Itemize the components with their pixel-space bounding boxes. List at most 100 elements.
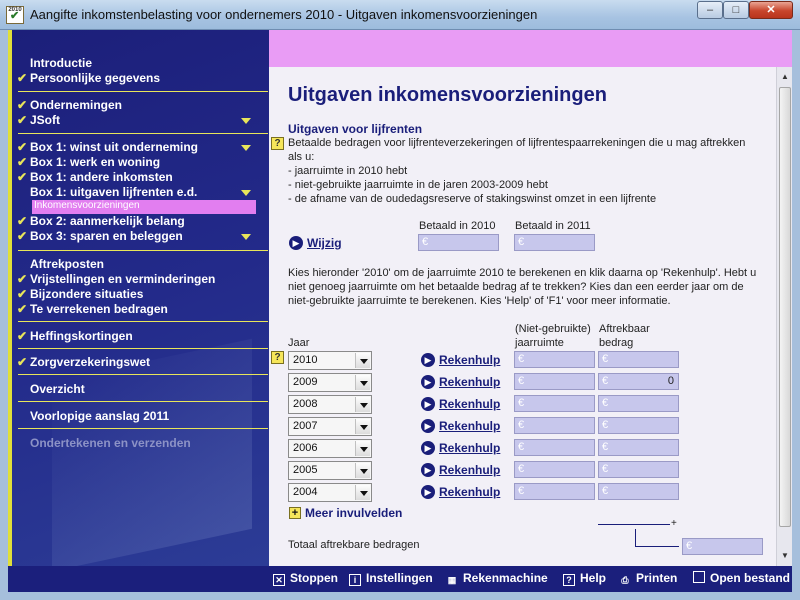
minimize-button[interactable]: –: [697, 1, 723, 19]
rekenhulp-link[interactable]: Rekenhulp: [439, 463, 500, 477]
rekenhulp-link[interactable]: Rekenhulp: [439, 375, 500, 389]
arrow-right-icon[interactable]: ▶: [421, 463, 435, 477]
sidebar-item-ondernemingen[interactable]: ✔ Ondernemingen: [17, 98, 122, 112]
check-icon: ✔: [17, 272, 28, 286]
sidebar-item-overzicht[interactable]: Overzicht: [30, 382, 85, 396]
year-select[interactable]: 2010: [288, 351, 372, 370]
jaarruimte-field[interactable]: €: [514, 461, 595, 478]
arrow-right-icon[interactable]: ▶: [421, 353, 435, 367]
aftrekbaar-field[interactable]: €: [598, 395, 679, 412]
jaarruimte-field[interactable]: €: [514, 417, 595, 434]
expand-arrow-icon[interactable]: [241, 118, 251, 124]
plus-icon[interactable]: +: [289, 507, 301, 519]
year-select[interactable]: 2004: [288, 483, 372, 502]
jaarruimte-field[interactable]: €: [514, 373, 595, 390]
close-icon: ✕: [273, 574, 285, 586]
aftrekbaar-field[interactable]: €: [598, 461, 679, 478]
sidebar-divider: [18, 133, 268, 134]
printer-icon: ⎙: [621, 575, 629, 585]
header-band: [269, 30, 792, 67]
paid-2011-label: Betaald in 2011: [515, 220, 591, 232]
arrow-right-icon[interactable]: ▶: [421, 397, 435, 411]
scroll-up-icon[interactable]: ▲: [778, 69, 792, 85]
help-icon[interactable]: ?: [271, 351, 284, 364]
sidebar-item-voorlopige-aanslag[interactable]: Voorlopige aanslag 2011: [30, 409, 169, 423]
sidebar-item-box1-uitgaven-lijfrenten[interactable]: Box 1: uitgaven lijfrenten e.d.: [30, 185, 197, 199]
chevron-down-icon[interactable]: [355, 353, 370, 368]
vertical-scrollbar[interactable]: ▲ ▼: [776, 67, 792, 566]
paid-2011-field[interactable]: €: [514, 234, 595, 251]
rekenhulp-link[interactable]: Rekenhulp: [439, 485, 500, 499]
arrow-right-icon[interactable]: ▶: [421, 419, 435, 433]
close-button[interactable]: ✕: [749, 1, 793, 19]
rekenmachine-button[interactable]: ▦ Rekenmachine: [446, 571, 548, 587]
year-select[interactable]: 2005: [288, 461, 372, 480]
jaarruimte-field[interactable]: €: [514, 483, 595, 500]
chevron-down-icon[interactable]: [355, 485, 370, 500]
sidebar-item-persoonlijke-gegevens[interactable]: ✔ Persoonlijke gegevens: [17, 71, 160, 85]
jaarruimte-field[interactable]: €: [514, 439, 595, 456]
scroll-down-icon[interactable]: ▼: [778, 548, 792, 564]
arrow-right-icon[interactable]: ▶: [421, 441, 435, 455]
expand-arrow-icon[interactable]: [241, 145, 251, 151]
sidebar-item-box3[interactable]: ✔ Box 3: sparen en beleggen: [17, 229, 183, 243]
col-ruimte-label: (Niet-gebruikte): [515, 323, 591, 335]
chevron-down-icon[interactable]: [355, 441, 370, 456]
check-icon: ✔: [17, 355, 28, 369]
wijzig-link[interactable]: Wijzig: [307, 236, 342, 250]
rekenhulp-link[interactable]: Rekenhulp: [439, 419, 500, 433]
stoppen-button[interactable]: ✕ Stoppen: [273, 571, 338, 586]
open-bestand-button[interactable]: Open bestand: [693, 571, 790, 585]
maximize-button[interactable]: □: [723, 1, 749, 19]
sidebar-divider: [18, 348, 268, 349]
help-button[interactable]: ? Help: [563, 571, 606, 586]
paid-2010-field[interactable]: €: [418, 234, 499, 251]
aftrekbaar-field[interactable]: €: [598, 417, 679, 434]
sidebar-item-heffingskortingen[interactable]: ✔ Heffingskortingen: [17, 329, 133, 343]
sidebar-item-box2[interactable]: ✔ Box 2: aanmerkelijk belang: [17, 214, 185, 228]
sidebar-item-vrijstellingen[interactable]: ✔ Vrijstellingen en verminderingen: [17, 272, 215, 286]
more-fields-button[interactable]: Meer invulvelden: [305, 506, 402, 520]
sidebar-item-box1-werk-woning[interactable]: ✔ Box 1: werk en woning: [17, 155, 160, 169]
sidebar-item-box1-winst[interactable]: ✔ Box 1: winst uit onderneming: [17, 140, 198, 154]
intro-line: - niet-gebruikte jaarruimte in de jaren …: [288, 179, 548, 191]
sidebar-item-aftrekposten[interactable]: Aftrekposten: [30, 257, 104, 271]
aftrekbaar-field[interactable]: €0: [598, 373, 679, 390]
arrow-right-icon[interactable]: ▶: [289, 236, 303, 250]
sidebar-divider: [18, 401, 268, 402]
scroll-thumb[interactable]: [779, 87, 791, 527]
jaarruimte-field[interactable]: €: [514, 395, 595, 412]
aftrekbaar-field[interactable]: €: [598, 439, 679, 456]
help-icon[interactable]: ?: [271, 137, 284, 150]
rekenhulp-link[interactable]: Rekenhulp: [439, 441, 500, 455]
sidebar-item-introductie[interactable]: Introductie: [30, 56, 92, 70]
total-label: Totaal aftrekbare bedragen: [288, 539, 420, 551]
col-ruimte-label: jaarruimte: [515, 337, 564, 349]
year-select[interactable]: 2007: [288, 417, 372, 436]
aftrekbaar-field[interactable]: €: [598, 351, 679, 368]
arrow-right-icon[interactable]: ▶: [421, 485, 435, 499]
expand-arrow-icon[interactable]: [241, 234, 251, 240]
year-select[interactable]: 2006: [288, 439, 372, 458]
sidebar-item-jsoft[interactable]: ✔ JSoft: [17, 113, 60, 127]
chevron-down-icon[interactable]: [355, 397, 370, 412]
chevron-down-icon[interactable]: [355, 419, 370, 434]
sidebar-item-zorgverzekeringswet[interactable]: ✔ Zorgverzekeringswet: [17, 355, 150, 369]
sidebar-item-bijzondere-situaties[interactable]: ✔ Bijzondere situaties: [17, 287, 143, 301]
aftrekbaar-field[interactable]: €: [598, 483, 679, 500]
jaarruimte-field[interactable]: €: [514, 351, 595, 368]
sidebar-item-box1-andere-inkomsten[interactable]: ✔ Box 1: andere inkomsten: [17, 170, 173, 184]
arrow-right-icon[interactable]: ▶: [421, 375, 435, 389]
year-select[interactable]: 2009: [288, 373, 372, 392]
year-select[interactable]: 2008: [288, 395, 372, 414]
rekenhulp-link[interactable]: Rekenhulp: [439, 353, 500, 367]
chevron-down-icon[interactable]: [355, 463, 370, 478]
chevron-down-icon[interactable]: [355, 375, 370, 390]
rekenhulp-link[interactable]: Rekenhulp: [439, 397, 500, 411]
sidebar-item-inkomensvoorzieningen[interactable]: Inkomensvoorzieningen: [32, 200, 256, 214]
check-icon: ✔: [17, 287, 28, 301]
sidebar-item-te-verrekenen[interactable]: ✔ Te verrekenen bedragen: [17, 302, 168, 316]
expand-arrow-icon[interactable]: [241, 190, 251, 196]
instellingen-button[interactable]: i Instellingen: [349, 571, 433, 586]
printen-button[interactable]: ⎙ Printen: [619, 571, 677, 587]
